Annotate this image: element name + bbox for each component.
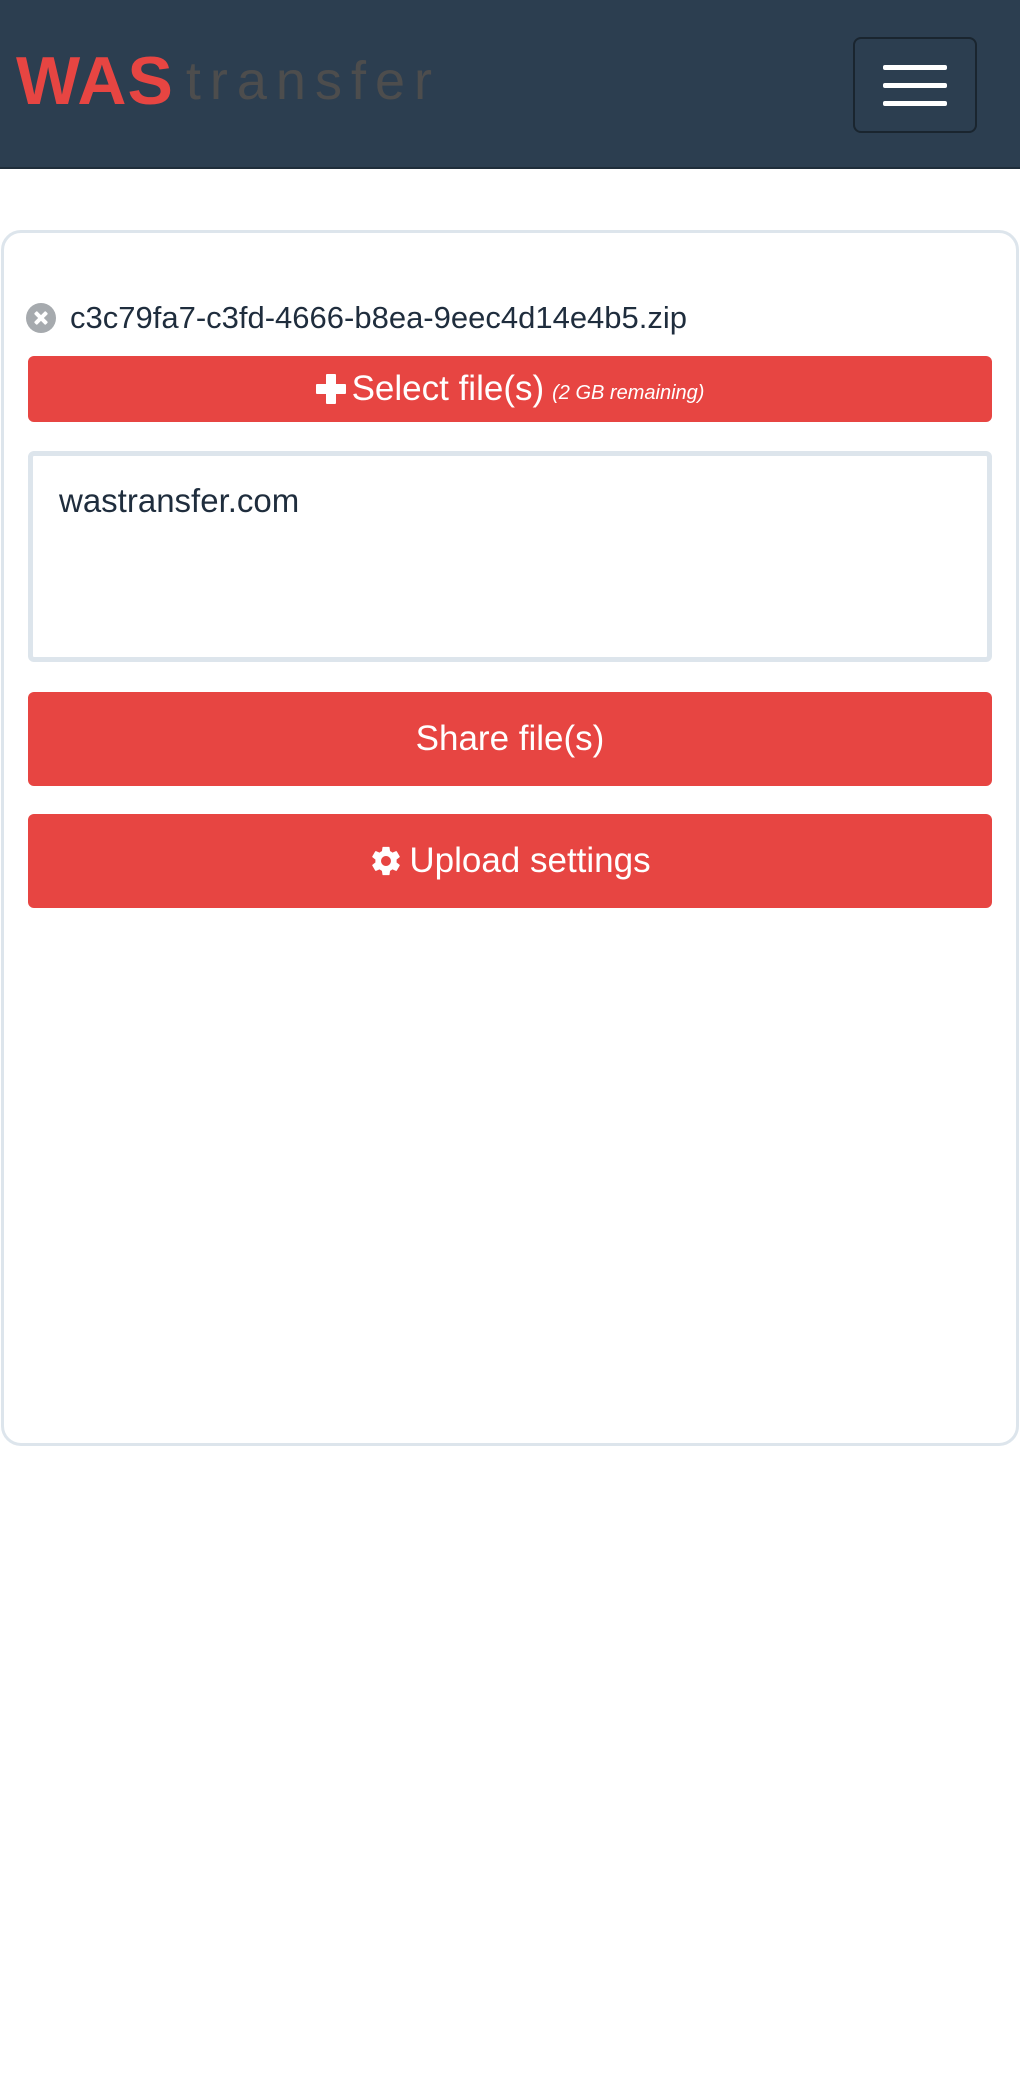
- navbar: WAS transfer: [0, 0, 1020, 169]
- brand-transfer-text: transfer: [185, 51, 441, 111]
- plus-icon: [315, 374, 346, 404]
- file-list-item: c3c79fa7-c3fd-4666-b8ea-9eec4d14e4b5.zip: [26, 296, 687, 340]
- select-files-button[interactable]: Select file(s) (2 GB remaining): [28, 356, 992, 422]
- upload-settings-label: Upload settings: [409, 841, 651, 880]
- gear-icon: [372, 846, 401, 876]
- share-files-button[interactable]: Share file(s): [28, 692, 992, 786]
- hamburger-icon: [883, 64, 947, 70]
- message-textarea[interactable]: wastransfer.com: [28, 451, 992, 662]
- hamburger-icon-bar: [883, 100, 947, 106]
- file-name: c3c79fa7-c3fd-4666-b8ea-9eec4d14e4b5.zip: [70, 300, 688, 335]
- menu-toggle-button[interactable]: [853, 37, 977, 133]
- remaining-quota: (2 GB remaining): [552, 381, 705, 404]
- upload-settings-button[interactable]: Upload settings: [28, 814, 992, 908]
- hamburger-icon-bar: [883, 82, 947, 88]
- share-files-label: Share file(s): [415, 719, 605, 758]
- select-files-label: Select file(s): [351, 369, 545, 408]
- close-circle-icon[interactable]: [26, 303, 56, 333]
- brand-logo[interactable]: WAS transfer: [16, 46, 441, 116]
- brand-was-text: WAS: [16, 43, 174, 119]
